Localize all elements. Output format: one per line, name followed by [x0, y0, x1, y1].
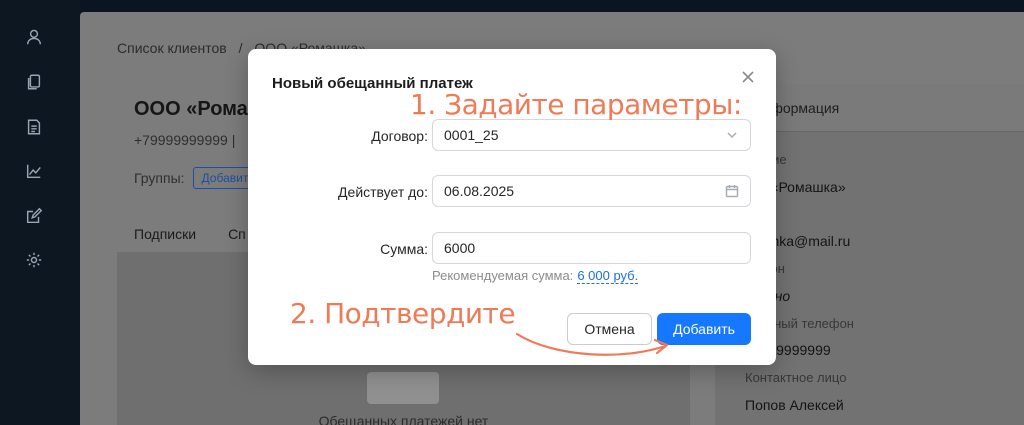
info-label-contact: Контактное лицо: [745, 370, 847, 385]
client-phone: +79999999999 |: [134, 132, 236, 148]
sidebar: [0, 0, 80, 425]
edit-icon[interactable]: [24, 206, 44, 226]
gear-icon[interactable]: [24, 250, 44, 270]
breadcrumb-root[interactable]: Список клиентов: [117, 40, 227, 56]
annotation-step2: 2. Подтвердите: [290, 297, 516, 330]
invoice-icon[interactable]: [24, 117, 44, 137]
valid-until-datepicker[interactable]: 06.08.2025: [432, 175, 751, 207]
contract-value: 0001_25: [444, 127, 499, 143]
tab-second[interactable]: Сп: [228, 226, 246, 242]
tab-subscriptions[interactable]: Подписки: [134, 226, 196, 242]
contract-label: Договор:: [371, 128, 428, 144]
close-icon[interactable]: [740, 69, 756, 85]
hint-text: Рекомендуемая сумма:: [432, 268, 574, 283]
info-value-contact: Попов Алексей: [745, 397, 844, 413]
contract-select[interactable]: 0001_25: [432, 119, 751, 151]
recommended-amount-link[interactable]: 6 000 руб.: [577, 268, 639, 284]
amount-value: 6000: [444, 240, 476, 256]
empty-illustration: [367, 372, 439, 404]
arrow-icon: [515, 332, 669, 356]
annotation-step1: 1. Задайте параметры:: [410, 88, 742, 121]
documents-icon[interactable]: [24, 72, 44, 92]
recommended-amount-hint: Рекомендуемая сумма: 6 000 руб.: [432, 268, 639, 284]
amount-input[interactable]: 6000: [432, 232, 751, 264]
breadcrumb-separator: /: [238, 40, 243, 56]
user-icon[interactable]: [24, 27, 44, 47]
amount-label: Сумма:: [380, 241, 428, 257]
calendar-icon: [725, 184, 739, 198]
groups-label: Группы:: [134, 170, 185, 186]
chart-icon[interactable]: [24, 161, 44, 181]
valid-until-label: Действует до:: [338, 184, 428, 200]
chevron-down-icon: [725, 128, 739, 142]
valid-until-value: 06.08.2025: [444, 183, 515, 199]
groups-row: Группы: Добавить: [134, 167, 264, 189]
client-tabs: Подписки Сп: [134, 226, 246, 242]
empty-state-text: Обещанных платежей нет: [318, 413, 489, 425]
